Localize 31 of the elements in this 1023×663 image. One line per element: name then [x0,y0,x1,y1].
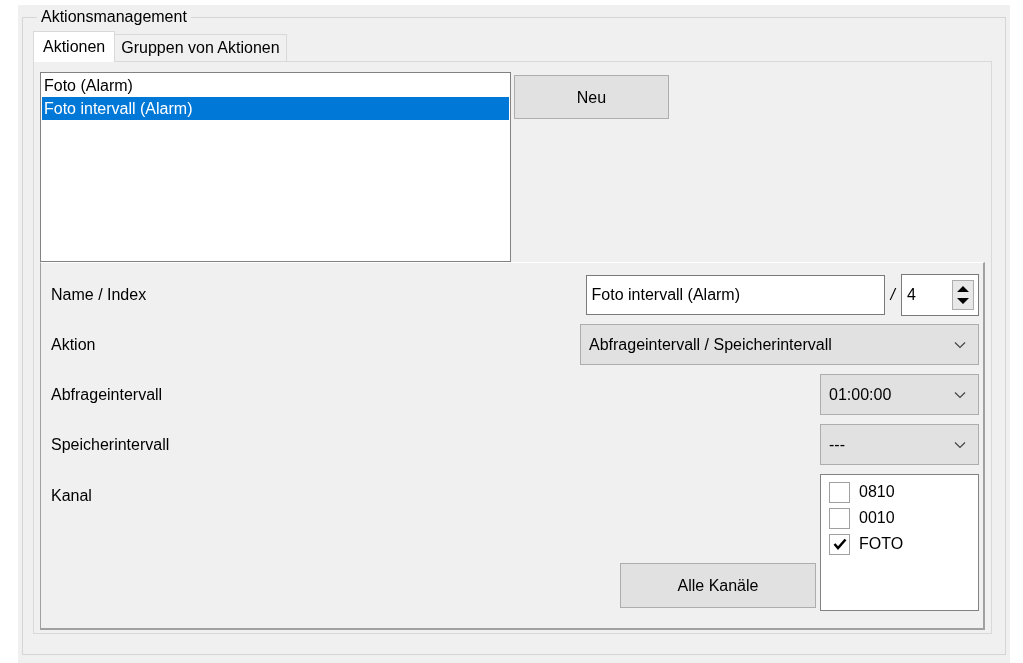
spin-arrows-icon[interactable] [952,279,974,310]
channel-list[interactable]: 0810 0010 FOTO [820,474,979,611]
chevron-down-icon [954,440,966,449]
field-label: Speicherintervall [51,434,170,455]
separator-text: / [890,284,895,305]
dropdown[interactable]: 01:00:00 [820,374,979,415]
channel-label: 0810 [859,482,895,502]
dropdown[interactable]: --- [820,424,979,465]
all-channels-button[interactable]: Alle Kanäle [620,563,816,608]
checkbox[interactable] [829,533,850,555]
field-label: Aktion [51,334,96,355]
channel-label: FOTO [859,534,904,554]
field-label: Kanal [51,486,92,506]
chevron-down-icon [954,340,966,349]
chevron-down-icon [954,390,966,399]
index-spinbox[interactable]: 4 [901,273,979,316]
group-title: Aktionsmanagement [40,7,188,27]
channel-label: 0010 [859,508,895,528]
tab[interactable]: Aktionen [33,31,116,62]
field-label: Name / Index [51,284,147,305]
tab[interactable]: Gruppen von Aktionen [115,34,287,61]
list-item[interactable]: Foto (Alarm) [42,74,509,97]
name-field[interactable]: Foto intervall (Alarm) [585,274,885,315]
new-button[interactable]: Neu [514,75,669,119]
checkbox[interactable] [829,481,850,503]
checkbox[interactable] [829,507,850,529]
action-list[interactable]: Foto (Alarm) Foto intervall (Alarm) [40,72,511,262]
checkmark-icon [832,538,847,550]
field-label: Abfrageintervall [51,384,163,405]
list-item[interactable]: Foto intervall (Alarm) [42,97,509,120]
dropdown[interactable]: Abfrageintervall / Speicherintervall [580,324,979,365]
